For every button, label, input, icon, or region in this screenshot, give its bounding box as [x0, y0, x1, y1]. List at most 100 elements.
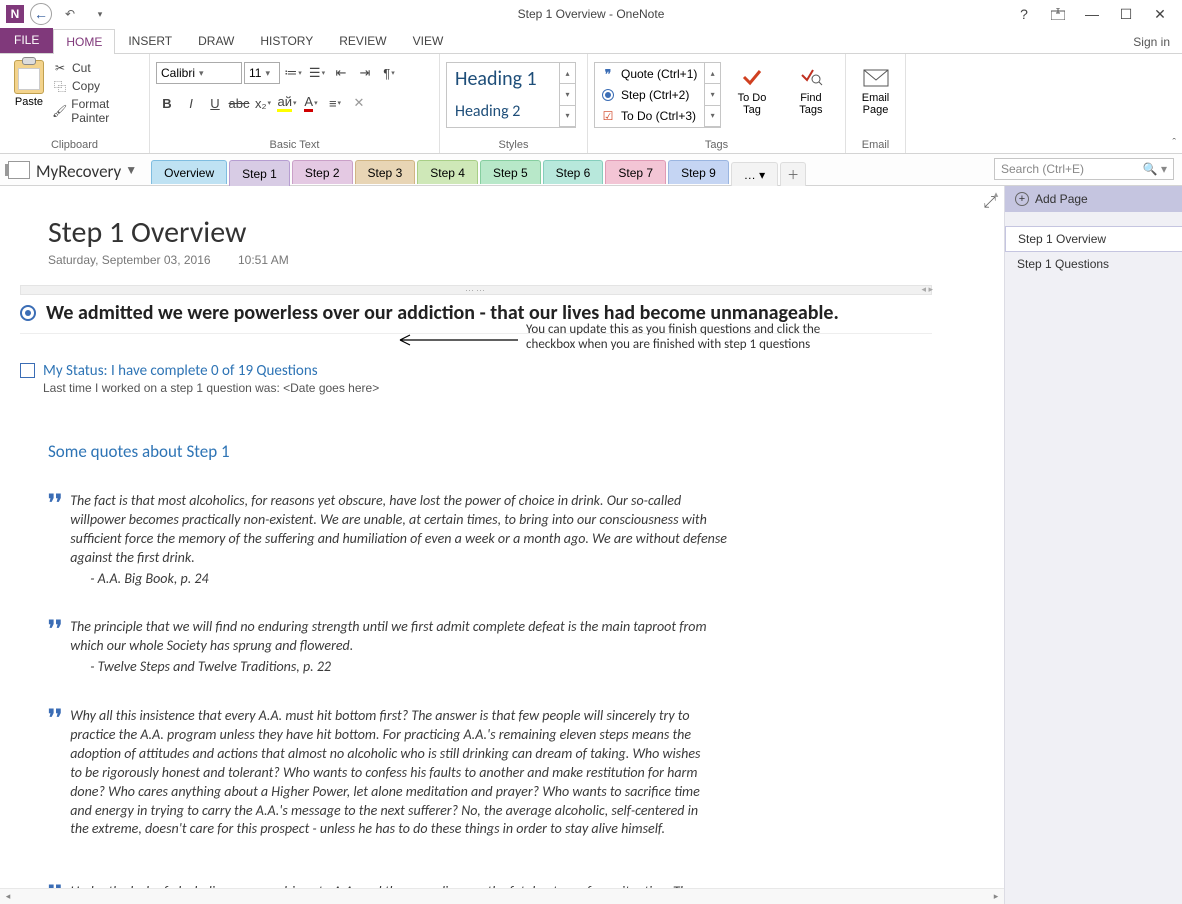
styles-gallery[interactable]: Heading 1 Heading 2 ▴▾▾ — [446, 62, 576, 128]
find-tags-button[interactable]: Find Tags — [783, 62, 839, 118]
gallery-up-icon[interactable]: ▴ — [560, 63, 575, 84]
quote-block[interactable]: ❜❜The principle that we will find no end… — [48, 618, 728, 677]
section-tab[interactable]: Step 2 — [292, 160, 353, 184]
scroll-left-icon[interactable]: ◂ — [0, 889, 16, 904]
search-input[interactable]: Search (Ctrl+E) 🔍 ▾ — [994, 158, 1174, 180]
help-button[interactable]: ? — [1012, 4, 1036, 24]
sections-overflow[interactable]: … ▾ — [731, 162, 778, 186]
format-painter-button[interactable]: 🖌Format Painter — [52, 96, 143, 126]
notebook-icon[interactable] — [8, 161, 30, 179]
sign-in-link[interactable]: Sign in — [1121, 31, 1182, 53]
quote-block[interactable]: ❜❜The fact is that most alcoholics, for … — [48, 492, 728, 588]
quote-text[interactable]: The fact is that most alcoholics, for re… — [70, 492, 728, 588]
gallery-more-icon[interactable]: ▾ — [705, 106, 720, 127]
note-container-handle[interactable]: ⋯⋯ — [20, 285, 932, 295]
section-tab[interactable]: Step 5 — [480, 160, 541, 184]
bold-button[interactable]: B — [156, 92, 178, 114]
tab-view[interactable]: VIEW — [400, 28, 457, 53]
quotes-heading[interactable]: Some quotes about Step 1 — [48, 441, 992, 462]
notebook-name[interactable]: MyRecovery — [36, 161, 121, 182]
copy-icon: ⿻ — [52, 79, 68, 93]
cut-button[interactable]: ✂Cut — [52, 60, 143, 76]
numbering-button[interactable]: ☰▾ — [306, 62, 328, 84]
todo-checkbox[interactable] — [20, 363, 35, 378]
clear-formatting-button[interactable]: ✕ — [348, 92, 370, 114]
quote-text[interactable]: Why all this insistence that every A.A. … — [70, 707, 708, 839]
paragraph-align-button[interactable]: ¶▾ — [378, 62, 400, 84]
paste-button[interactable]: Paste — [6, 58, 52, 110]
indent-button[interactable]: ⇥ — [354, 62, 376, 84]
title-bar: N ← ↶ ▾ Step 1 Overview - OneNote ? — ☐ … — [0, 0, 1182, 28]
strikethrough-button[interactable]: abc — [228, 92, 250, 114]
gallery-down-icon[interactable]: ▾ — [560, 84, 575, 105]
page-canvas[interactable]: ⤢ ▴ Step 1 Overview Saturday, September … — [0, 186, 1004, 904]
underline-button[interactable]: U — [204, 92, 226, 114]
quote-text[interactable]: The principle that we will find no endur… — [70, 618, 728, 677]
quote-tag-icon: ❜❜ — [48, 492, 62, 588]
paste-label: Paste — [15, 96, 43, 108]
status-title[interactable]: My Status: I have complete 0 of 19 Quest… — [43, 362, 379, 380]
group-label-tags: Tags — [594, 137, 839, 153]
full-screen-button[interactable] — [1046, 4, 1070, 24]
page-list-item[interactable]: Step 1 Questions — [1005, 252, 1182, 276]
tab-file[interactable]: FILE — [0, 27, 53, 53]
close-button[interactable]: ✕ — [1148, 4, 1172, 24]
page-timestamp: Saturday, September 03, 201610:51 AM — [48, 253, 992, 267]
ribbon: Paste ✂Cut ⿻Copy 🖌Format Painter Clipboa… — [0, 54, 1182, 154]
tag-item[interactable]: ❞Quote (Ctrl+1) — [595, 63, 720, 84]
tab-insert[interactable]: INSERT — [115, 28, 185, 53]
bullets-button[interactable]: ≔▾ — [282, 62, 304, 84]
tab-draw[interactable]: DRAW — [185, 28, 247, 53]
section-tab[interactable]: Step 7 — [605, 160, 666, 184]
italic-button[interactable]: I — [180, 92, 202, 114]
font-color-button[interactable]: A▾ — [300, 92, 322, 114]
copy-button[interactable]: ⿻Copy — [52, 78, 143, 94]
group-label-basic-text: Basic Text — [156, 137, 433, 153]
quote-block[interactable]: ❜❜Why all this insistence that every A.A… — [48, 707, 708, 839]
add-page-button[interactable]: + Add Page — [1005, 186, 1182, 212]
outdent-button[interactable]: ⇤ — [330, 62, 352, 84]
tab-home[interactable]: HOME — [53, 29, 115, 54]
tag-item[interactable]: Step (Ctrl+2) — [595, 84, 720, 105]
tab-history[interactable]: HISTORY — [247, 28, 326, 53]
section-tab[interactable]: Overview — [151, 160, 227, 184]
section-tab[interactable]: Step 3 — [355, 160, 416, 184]
email-page-button[interactable]: Email Page — [852, 62, 899, 118]
subscript-button[interactable]: x₂▾ — [252, 92, 274, 114]
page-title[interactable]: Step 1 Overview — [48, 214, 992, 251]
collapse-ribbon-button[interactable]: ˆ — [1172, 137, 1176, 149]
section-tab[interactable]: Step 9 — [668, 160, 729, 184]
maximize-button[interactable]: ☐ — [1114, 4, 1138, 24]
style-heading2[interactable]: Heading 2 — [447, 95, 575, 127]
back-button[interactable]: ← — [30, 3, 52, 25]
add-section-button[interactable]: ＋ — [780, 162, 806, 186]
align-button[interactable]: ≡▾ — [324, 92, 346, 114]
tag-item[interactable]: ☑To Do (Ctrl+3) — [595, 106, 720, 127]
search-icon: 🔍 ▾ — [1143, 162, 1167, 176]
tag-icon — [601, 89, 615, 101]
horizontal-scrollbar[interactable]: ◂ ▸ — [0, 888, 1004, 904]
section-bar: MyRecovery ▼ OverviewStep 1Step 2Step 3S… — [0, 154, 1182, 186]
undo-button[interactable]: ↶ — [58, 2, 82, 26]
gallery-down-icon[interactable]: ▾ — [705, 84, 720, 105]
scroll-right-icon[interactable]: ▸ — [988, 889, 1004, 904]
notebook-dropdown-icon[interactable]: ▼ — [125, 163, 137, 177]
tab-review[interactable]: REVIEW — [326, 28, 399, 53]
qat-customize[interactable]: ▾ — [88, 2, 112, 26]
style-heading1[interactable]: Heading 1 — [447, 63, 575, 95]
highlight-button[interactable]: ай▾ — [276, 92, 298, 114]
font-size-combo[interactable]: 11▾ — [244, 62, 280, 84]
font-family-combo[interactable]: Calibri▾ — [156, 62, 242, 84]
section-tab[interactable]: Step 4 — [417, 160, 478, 184]
status-subtitle[interactable]: Last time I worked on a step 1 question … — [43, 381, 379, 395]
envelope-icon — [863, 64, 889, 90]
section-tab[interactable]: Step 6 — [543, 160, 604, 184]
page-list-item[interactable]: Step 1 Overview — [1005, 226, 1182, 252]
gallery-more-icon[interactable]: ▾ — [560, 106, 575, 127]
step-tag-icon[interactable] — [20, 305, 36, 321]
gallery-up-icon[interactable]: ▴ — [705, 63, 720, 84]
minimize-button[interactable]: — — [1080, 4, 1104, 24]
todo-tag-button[interactable]: To Do Tag — [723, 62, 781, 118]
section-tab[interactable]: Step 1 — [229, 160, 290, 186]
annotation-text[interactable]: You can update this as you finish questi… — [526, 322, 866, 352]
